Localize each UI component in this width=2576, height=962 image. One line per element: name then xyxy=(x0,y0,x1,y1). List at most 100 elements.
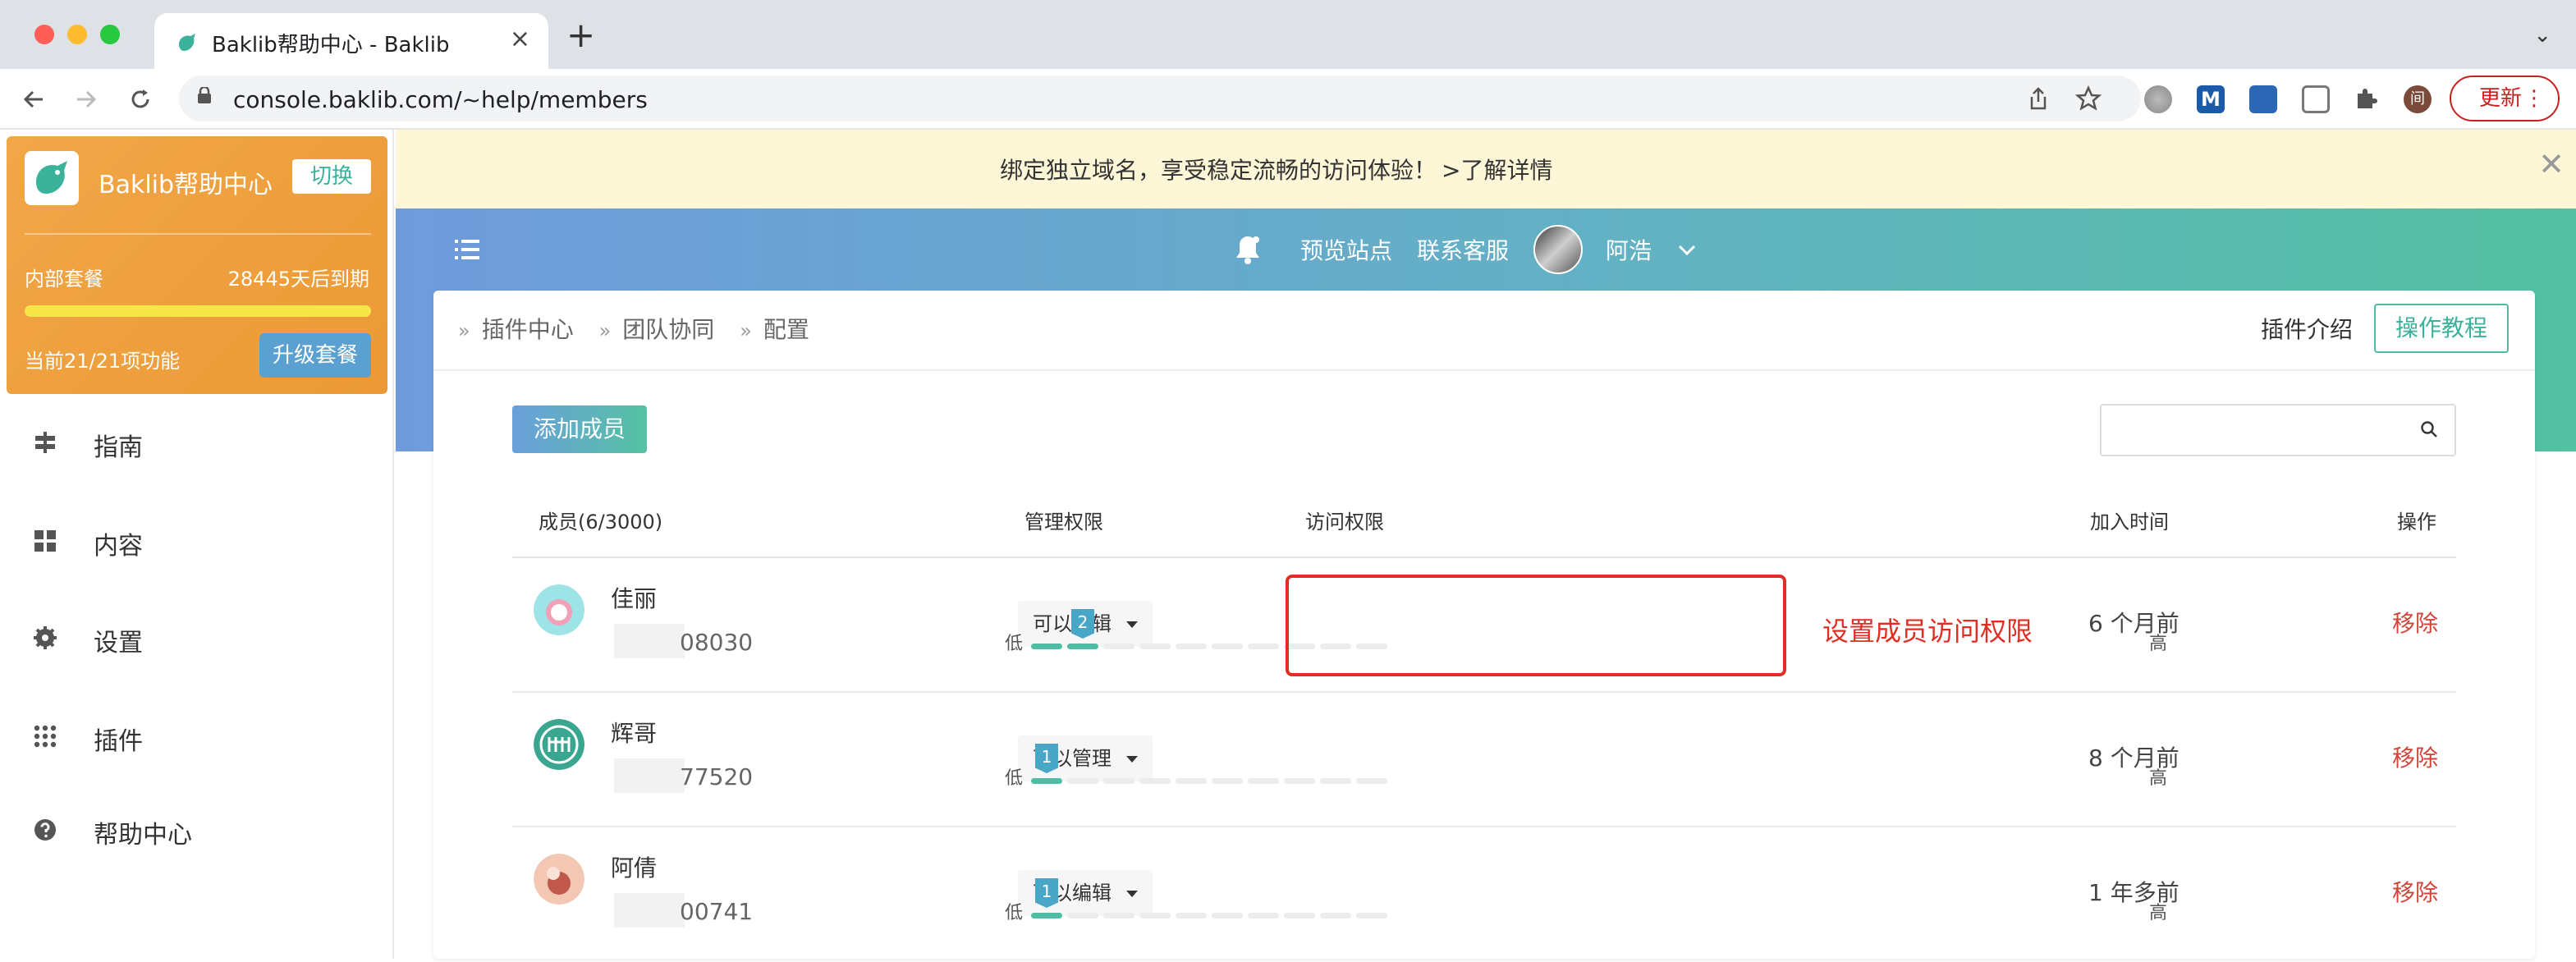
access-level-segment[interactable] xyxy=(1139,644,1171,649)
tab-title: Baklib帮助中心 - Baklib xyxy=(212,33,450,57)
access-level-segment[interactable] xyxy=(1356,778,1387,784)
notification-bell-icon[interactable] xyxy=(1233,233,1263,266)
member-avatar[interactable] xyxy=(534,719,584,770)
breadcrumb-item-config: 配置 xyxy=(763,316,809,343)
access-level-segment[interactable] xyxy=(1067,913,1098,918)
access-level-segment[interactable] xyxy=(1031,778,1062,784)
upgrade-button[interactable]: 升级套餐 xyxy=(259,333,371,378)
access-level-segment[interactable] xyxy=(1139,913,1171,918)
column-header-access: 访问权限 xyxy=(1305,511,1384,534)
member-id: 77520 xyxy=(680,763,754,790)
access-level-segment[interactable] xyxy=(1212,913,1243,918)
address-bar[interactable]: console.baklib.com/~help/members xyxy=(179,76,2141,121)
breadcrumb-item-plugin-center[interactable]: 插件中心 xyxy=(482,316,574,343)
camera-icon[interactable] xyxy=(2302,85,2330,113)
access-level-segment[interactable] xyxy=(1320,778,1351,784)
access-level-segment[interactable] xyxy=(1212,778,1243,784)
sidebar-item-settings[interactable]: 设置 xyxy=(0,604,392,670)
divider xyxy=(25,233,371,235)
access-level-segment[interactable] xyxy=(1356,913,1387,918)
caret-down-icon xyxy=(1126,756,1138,763)
profile-avatar[interactable]: 间 xyxy=(2404,85,2432,113)
contact-support-link[interactable]: 联系客服 xyxy=(1417,233,1509,266)
divider xyxy=(433,369,2535,371)
chevron-down-icon[interactable] xyxy=(1678,245,1696,256)
close-tab-icon[interactable]: × xyxy=(510,25,530,53)
access-level-segment[interactable] xyxy=(1176,778,1207,784)
preview-site-link[interactable]: 预览站点 xyxy=(1300,233,1392,266)
breadcrumb-separator-icon: » xyxy=(458,319,470,342)
question-circle-icon xyxy=(34,819,56,841)
access-level-segment[interactable] xyxy=(1284,913,1315,918)
access-level-segment[interactable] xyxy=(1139,778,1171,784)
access-level-flag[interactable]: 1 xyxy=(1035,878,1058,908)
access-level-segment[interactable] xyxy=(1176,913,1207,918)
member-avatar[interactable] xyxy=(534,584,584,635)
browser-tab[interactable]: Baklib帮助中心 - Baklib × xyxy=(154,13,548,69)
access-high-label: 高 xyxy=(2149,634,2168,654)
share-icon[interactable] xyxy=(2026,85,2051,112)
access-high-label: 高 xyxy=(2149,903,2168,923)
access-level-segment[interactable] xyxy=(1248,913,1279,918)
reload-icon[interactable] xyxy=(128,87,153,112)
baklib-favicon-icon xyxy=(179,34,195,51)
features-text: 当前21/21项功能 xyxy=(25,350,181,373)
extension-globe-icon[interactable] xyxy=(2144,85,2172,113)
plugin-intro-link[interactable]: 插件介绍 xyxy=(2261,312,2353,345)
breadcrumb-separator-icon: » xyxy=(740,319,752,342)
search-input[interactable] xyxy=(2100,404,2456,456)
remove-button[interactable]: 移除 xyxy=(2392,875,2438,908)
access-level-segment[interactable] xyxy=(1103,913,1134,918)
access-level-segment[interactable] xyxy=(1320,913,1351,918)
access-level-segment[interactable] xyxy=(1212,644,1243,649)
access-level-segment[interactable] xyxy=(1067,644,1098,649)
add-member-button[interactable]: 添加成员 xyxy=(512,405,647,453)
menu-list-icon[interactable] xyxy=(455,238,479,261)
dots-grid-icon xyxy=(34,725,57,748)
grid-icon xyxy=(34,530,56,552)
breadcrumb-item-team[interactable]: 团队协同 xyxy=(622,316,714,343)
access-level-segment[interactable] xyxy=(1248,644,1279,649)
sidebar-item-guide[interactable]: 指南 xyxy=(0,409,392,474)
extension-s-icon[interactable] xyxy=(2249,85,2277,113)
access-level-segment[interactable] xyxy=(1284,778,1315,784)
puzzle-extensions-icon[interactable] xyxy=(2353,85,2381,113)
bookmark-star-icon[interactable] xyxy=(2075,85,2102,112)
sidebar-item-plugins[interactable]: 插件 xyxy=(0,703,392,768)
new-tab-icon[interactable]: + xyxy=(566,18,595,53)
close-icon[interactable]: ✕ xyxy=(2538,146,2565,182)
extension-m-icon[interactable]: M xyxy=(2197,85,2225,113)
chevron-down-icon[interactable]: ⌄ xyxy=(2533,23,2551,48)
access-level-segment[interactable] xyxy=(1031,644,1062,649)
access-low-label: 低 xyxy=(1005,903,1024,923)
back-arrow-icon[interactable] xyxy=(21,87,46,112)
window-minimize-button[interactable] xyxy=(67,25,87,44)
tutorial-button[interactable]: 操作教程 xyxy=(2374,304,2509,353)
forward-arrow-icon[interactable] xyxy=(74,87,99,112)
access-level-segment[interactable] xyxy=(1248,778,1279,784)
access-level-flag[interactable]: 1 xyxy=(1035,744,1058,773)
access-level-segment[interactable] xyxy=(1103,644,1134,649)
browser-tab-bar: Baklib帮助中心 - Baklib × + ⌄ xyxy=(0,0,2576,69)
remove-button[interactable]: 移除 xyxy=(2392,740,2438,773)
search-icon xyxy=(2421,421,2437,437)
sidebar-item-content[interactable]: 内容 xyxy=(0,507,392,573)
switch-button[interactable]: 切换 xyxy=(292,159,371,194)
access-level-segment[interactable] xyxy=(1031,913,1062,918)
member-avatar[interactable] xyxy=(534,854,584,905)
access-level-segment[interactable] xyxy=(1067,778,1098,784)
window-close-button[interactable] xyxy=(34,25,54,44)
user-name[interactable]: 阿浩 xyxy=(1606,233,1652,266)
announcement-banner: 绑定独立域名，享受稳定流畅的访问体验！ >了解详情 ✕ xyxy=(396,130,2576,208)
access-level-flag[interactable]: 2 xyxy=(1071,609,1094,639)
update-button[interactable]: 更新 ⋮ xyxy=(2450,76,2560,121)
access-low-label: 低 xyxy=(1005,768,1024,789)
access-level-segment[interactable] xyxy=(1103,778,1134,784)
remove-button[interactable]: 移除 xyxy=(2392,606,2438,639)
banner-learn-more-link[interactable]: >了解详情 xyxy=(1442,153,1552,186)
window-maximize-button[interactable] xyxy=(100,25,120,44)
lock-icon xyxy=(198,87,211,103)
access-level-segment[interactable] xyxy=(1176,644,1207,649)
user-avatar[interactable] xyxy=(1533,225,1583,274)
sidebar-item-help-center[interactable]: 帮助中心 xyxy=(0,796,392,862)
